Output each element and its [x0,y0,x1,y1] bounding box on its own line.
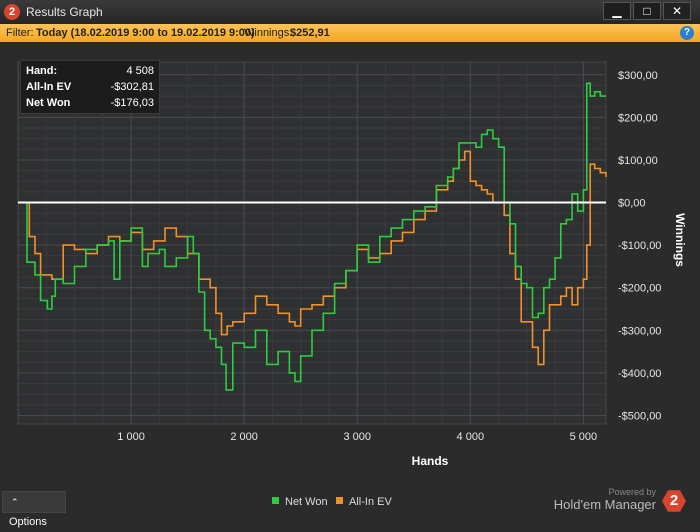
maximize-button[interactable]: □ [633,2,661,20]
x-axis-label: Hands [412,454,449,468]
legend-net-won-label: Net Won [285,496,328,508]
y-tick-label: $200,00 [618,112,658,124]
stat-allin: All-In EV -$302,81 [26,79,154,95]
y-axis-ticks: $300,00 $200,00 $100,00 $0,00 -$100,00 -$200,… [618,70,661,423]
stat-allin-value: -$302,81 [110,81,154,93]
stat-netwon-label: Net Won [26,97,71,109]
y-tick-label: -$400,00 [618,368,661,380]
legend-allin-ev-label: All-In EV [349,496,392,508]
brand-name: Hold'em Manager [553,497,656,512]
window-title: Results Graph [26,5,103,19]
stat-netwon-value: -$176,03 [110,97,154,109]
powered-by-text: Powered by [608,487,656,497]
stat-hand: Hand: 4 508 [26,63,154,79]
y-tick-label: -$100,00 [618,240,661,252]
allin-ev-swatch [336,497,343,504]
filter-label: Filter: [6,27,34,39]
y-tick-label: -$500,00 [618,410,661,422]
stat-hand-value: 4 508 [126,65,154,77]
y-tick-label: -$300,00 [618,325,661,337]
bottom-bar: ⌃ Options Net Won All-In EV Powered by H… [0,487,700,528]
legend-allin-ev[interactable]: All-In EV [336,496,392,508]
plot-area [17,61,607,425]
options-button[interactable]: ⌃ Options [2,491,66,528]
stat-hand-label: Hand: [26,65,58,77]
net-won-swatch [272,497,279,504]
y-tick-label: $300,00 [618,70,658,82]
y-tick-label: $100,00 [618,155,658,167]
winnings-value: $252,91 [290,27,330,39]
filter-bar: Filter: Today (18.02.2019 9:00 to 19.02.… [0,24,700,42]
x-tick-label: 5 000 [570,431,598,443]
close-button[interactable]: ✕ [663,2,691,20]
app-logo-icon: 2 [4,4,20,20]
options-label: Options [9,516,47,528]
x-tick-label: 4 000 [457,431,485,443]
y-tick-label: -$200,00 [618,283,661,295]
help-icon[interactable]: ? [680,26,694,40]
filter-value[interactable]: Today (18.02.2019 9:00 to 19.02.2019 9:0… [36,24,255,42]
hm-logo-icon: 2 [662,490,686,512]
stat-netwon: Net Won -$176,03 [26,95,154,111]
x-tick-label: 1 000 [117,431,145,443]
title-bar: 2 Results Graph ▁ □ ✕ [0,0,700,25]
chevron-up-icon: ⌃ [11,497,19,507]
minimize-button[interactable]: ▁ [603,2,631,20]
x-tick-label: 2 000 [230,431,258,443]
y-axis-label: Winnings [673,213,687,267]
y-tick-label: $0,00 [618,198,646,210]
stat-allin-label: All-In EV [26,81,72,93]
x-tick-label: 3 000 [343,431,371,443]
winnings-label: Winnings: [244,27,293,39]
hand-stats-tooltip: Hand: 4 508 All-In EV -$302,81 Net Won -… [20,60,160,114]
legend-net-won[interactable]: Net Won [272,496,328,508]
